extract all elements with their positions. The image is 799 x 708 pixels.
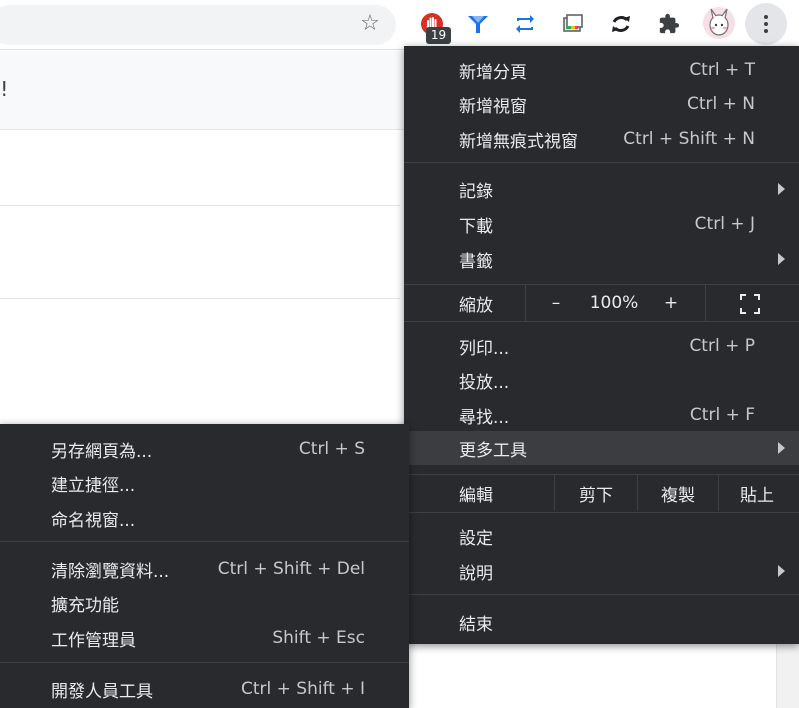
menu-item-shortcut: Ctrl + Shift + Del xyxy=(217,559,365,579)
edit-row: 編輯 剪下 複製 貼上 xyxy=(404,475,799,511)
menu-separator xyxy=(0,541,409,542)
menu-item-exit[interactable]: 結束 xyxy=(404,605,799,639)
profile-avatar[interactable] xyxy=(702,6,736,40)
menu-item-shortcut: Ctrl + J xyxy=(694,214,755,234)
menu-item-help[interactable]: 說明 xyxy=(404,554,799,588)
menu-item-shortcut: Ctrl + F xyxy=(689,405,755,425)
zoom-label: 縮放 xyxy=(459,295,493,316)
menu-item-shortcut: Ctrl + S xyxy=(298,439,365,459)
menu-item-bookmarks[interactable]: 書籤 xyxy=(404,242,799,276)
menu-item-label: 記錄 xyxy=(459,181,493,202)
menu-item-label: 下載 xyxy=(459,216,493,237)
page-divider xyxy=(0,298,400,299)
submenu-arrow-icon xyxy=(778,442,785,454)
window-extension-icon[interactable] xyxy=(559,10,587,38)
puzzle-extensions-icon[interactable] xyxy=(655,10,683,38)
menu-item-label: 新增無痕式視窗 xyxy=(459,131,578,152)
menu-item-label: 擴充功能 xyxy=(51,595,119,616)
menu-item-downloads[interactable]: 下載 Ctrl + J xyxy=(404,207,799,241)
cut-button[interactable]: 剪下 xyxy=(555,481,637,506)
menu-item-label: 設定 xyxy=(459,528,493,549)
page-header-text: e! xyxy=(0,77,9,101)
menu-item-new-tab[interactable]: 新增分頁 Ctrl + T xyxy=(404,53,799,87)
menu-separator xyxy=(404,321,799,322)
paste-button[interactable]: 貼上 xyxy=(719,481,795,506)
menu-separator xyxy=(404,512,799,513)
menu-item-developer-tools[interactable]: 開發人員工具 Ctrl + Shift + I xyxy=(0,672,409,706)
menu-item-create-shortcut[interactable]: 建立捷徑... xyxy=(0,466,409,500)
submenu-arrow-icon xyxy=(778,565,785,577)
blue-arrows-extension-icon[interactable] xyxy=(511,10,539,38)
browser-toolbar: ☆ 19 xyxy=(0,0,799,50)
zoom-row: 縮放 – 100% + xyxy=(404,285,799,321)
menu-separator xyxy=(404,594,799,595)
menu-item-label: 另存網頁為... xyxy=(51,441,153,462)
fullscreen-icon[interactable] xyxy=(740,294,760,314)
zoom-out-button[interactable]: – xyxy=(542,293,570,313)
menu-item-label: 工作管理員 xyxy=(51,630,136,651)
menu-item-new-window[interactable]: 新增視窗 Ctrl + N xyxy=(404,87,799,121)
page-divider xyxy=(0,205,400,206)
menu-item-label: 建立捷徑... xyxy=(51,475,136,496)
menu-item-shortcut: Ctrl + T xyxy=(689,60,755,80)
menu-item-label: 尋找... xyxy=(459,407,510,428)
star-outline-icon[interactable]: ☆ xyxy=(357,11,383,37)
menu-item-label: 開發人員工具 xyxy=(51,681,153,702)
zoom-level: 100% xyxy=(589,293,639,313)
menu-item-label: 結束 xyxy=(459,614,493,635)
zoom-divider xyxy=(705,285,706,321)
submenu-arrow-icon xyxy=(778,183,785,195)
menu-item-name-window[interactable]: 命名視窗... xyxy=(0,501,409,535)
menu-item-shortcut: Ctrl + N xyxy=(686,94,755,114)
menu-item-more-tools[interactable]: 更多工具 xyxy=(404,431,799,465)
menu-item-history[interactable]: 記錄 xyxy=(404,172,799,206)
menu-separator xyxy=(0,662,409,663)
menu-item-save-page-as[interactable]: 另存網頁為... Ctrl + S xyxy=(0,432,409,466)
menu-item-label: 新增分頁 xyxy=(459,62,527,83)
browser-main-menu: 新增分頁 Ctrl + T 新增視窗 Ctrl + N 新增無痕式視窗 Ctrl… xyxy=(404,46,799,644)
menu-item-shortcut: Ctrl + P xyxy=(689,336,755,356)
zoom-in-button[interactable]: + xyxy=(658,293,684,313)
extension-badge-count: 19 xyxy=(426,27,451,44)
address-bar[interactable] xyxy=(0,5,396,45)
more-tools-submenu: 另存網頁為... Ctrl + S 建立捷徑... 命名視窗... 清除瀏覽資料… xyxy=(0,424,409,708)
menu-item-extensions[interactable]: 擴充功能 xyxy=(0,586,409,620)
menu-item-label: 列印... xyxy=(459,338,510,359)
menu-item-find[interactable]: 尋找... Ctrl + F xyxy=(404,398,799,432)
menu-separator xyxy=(404,162,799,163)
menu-item-label: 書籤 xyxy=(459,251,493,272)
menu-item-print[interactable]: 列印... Ctrl + P xyxy=(404,329,799,363)
page-header: e! xyxy=(0,51,404,130)
zoom-divider xyxy=(525,285,526,321)
menu-item-shortcut: Shift + Esc xyxy=(272,628,365,648)
menu-item-settings[interactable]: 設定 xyxy=(404,519,799,553)
page-scrollbar[interactable] xyxy=(776,643,799,708)
menu-item-label: 新增視窗 xyxy=(459,96,527,117)
menu-item-label: 說明 xyxy=(459,563,493,584)
menu-item-shortcut: Ctrl + Shift + I xyxy=(240,679,365,699)
menu-item-label: 投放... xyxy=(459,372,510,393)
three-dot-menu-icon[interactable] xyxy=(745,3,787,45)
refresh-extension-icon[interactable] xyxy=(607,10,635,38)
menu-item-label: 更多工具 xyxy=(459,440,527,461)
menu-item-clear-browsing-data[interactable]: 清除瀏覽資料... Ctrl + Shift + Del xyxy=(0,552,409,586)
submenu-arrow-icon xyxy=(778,253,785,265)
edit-label: 編輯 xyxy=(459,485,493,506)
menu-item-shortcut: Ctrl + Shift + N xyxy=(623,129,755,149)
copy-button[interactable]: 複製 xyxy=(638,481,718,506)
menu-item-label: 命名視窗... xyxy=(51,510,136,531)
menu-item-task-manager[interactable]: 工作管理員 Shift + Esc xyxy=(0,621,409,655)
menu-item-cast[interactable]: 投放... xyxy=(404,363,799,397)
menu-item-new-incognito-window[interactable]: 新增無痕式視窗 Ctrl + Shift + N xyxy=(404,122,799,156)
blue-gem-extension-icon[interactable] xyxy=(464,10,492,38)
menu-item-label: 清除瀏覽資料... xyxy=(51,561,170,582)
